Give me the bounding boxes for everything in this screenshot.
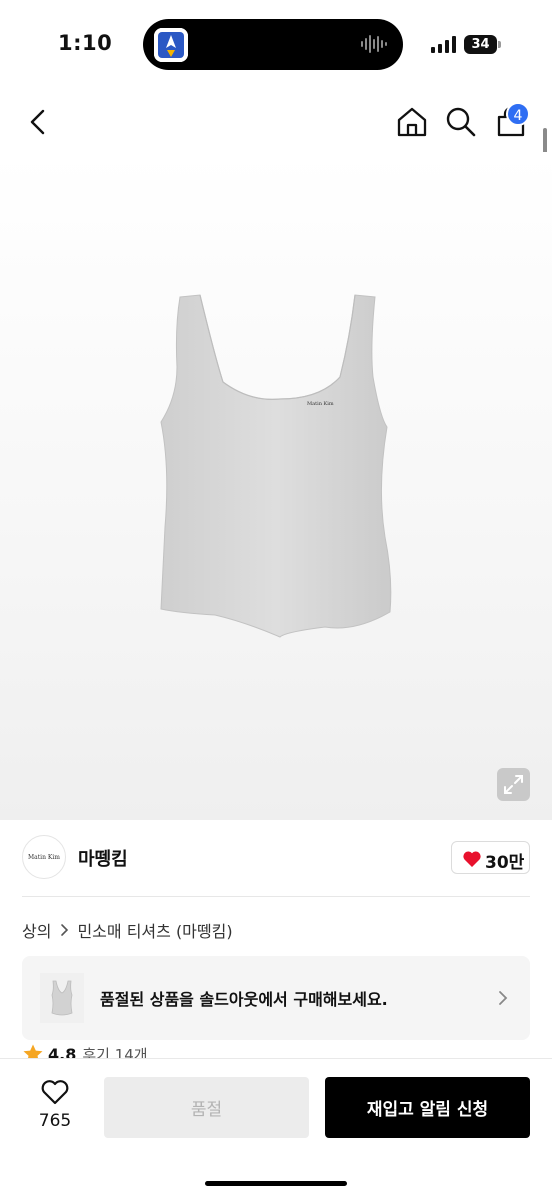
divider — [22, 896, 530, 897]
back-icon[interactable] — [20, 104, 56, 140]
product-image[interactable]: Matin Kim — [0, 152, 552, 820]
audio-wave-icon — [361, 35, 387, 53]
cellular-signal-icon — [431, 36, 456, 53]
heart-icon — [463, 851, 481, 867]
battery-level: 34 — [464, 35, 497, 54]
brand-logo[interactable]: Matin Kim — [22, 835, 66, 879]
cart-count-badge: 4 — [506, 102, 530, 126]
chevron-right-icon — [499, 991, 508, 1005]
banner-thumbnail — [40, 973, 84, 1023]
home-indicator — [205, 1181, 347, 1186]
expand-icon — [504, 775, 523, 794]
soldout-banner-text: 품절된 상품을 솔드아웃에서 구매해보세요. — [100, 990, 388, 1009]
soldout-button[interactable]: 품절 — [104, 1077, 309, 1138]
brand-name[interactable]: 마뗑킴 — [78, 845, 128, 871]
print-text: Matin Kim — [307, 401, 334, 407]
search-icon[interactable] — [443, 104, 479, 140]
restock-alert-button[interactable]: 재입고 알림 신청 — [325, 1077, 530, 1138]
status-bar: 1:10 34 — [0, 0, 552, 92]
brand-row[interactable]: Matin Kim 마뗑킴 30만 — [0, 820, 552, 896]
brand-like-button[interactable]: 30만 — [451, 841, 530, 874]
bottom-action-bar: 765 품절 재입고 알림 신청 — [0, 1058, 552, 1200]
heart-outline-icon[interactable] — [40, 1079, 70, 1105]
island-app-icon[interactable] — [154, 28, 188, 62]
tank-top-image: Matin Kim — [160, 294, 392, 638]
battery-icon: 34 — [464, 35, 501, 55]
home-icon[interactable] — [394, 104, 430, 140]
breadcrumb-item-category[interactable]: 상의 — [22, 918, 51, 942]
wish-count: 765 — [38, 1111, 72, 1131]
breadcrumb: 상의 민소매 티셔츠 (마뗑킴) — [22, 918, 233, 942]
brand-like-count: 30만 — [485, 853, 525, 873]
breadcrumb-item-subcategory[interactable]: 민소매 티셔츠 (마뗑킴) — [77, 918, 232, 942]
chevron-right-icon — [61, 924, 69, 936]
status-time: 1:10 — [58, 31, 113, 55]
expand-image-button[interactable] — [497, 768, 530, 801]
soldout-banner[interactable]: 품절된 상품을 솔드아웃에서 구매해보세요. — [22, 956, 530, 1040]
top-navigation — [0, 92, 552, 152]
